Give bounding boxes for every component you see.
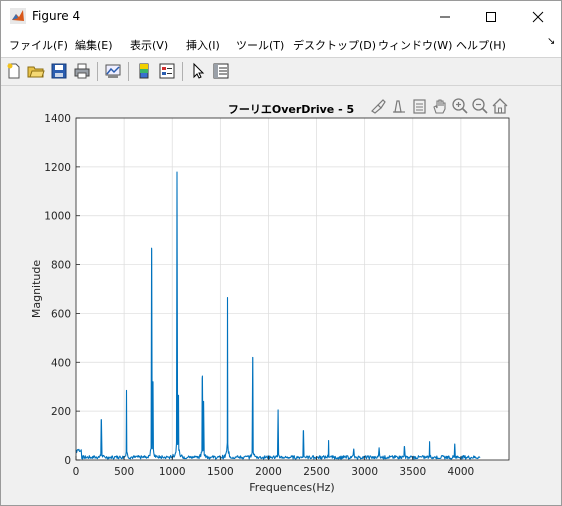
x-tick-label: 0 xyxy=(73,466,80,478)
x-tick-label: 1500 xyxy=(207,466,234,478)
axes-background xyxy=(76,118,509,460)
x-tick-label: 2500 xyxy=(303,466,330,478)
y-tick-label: 200 xyxy=(51,406,71,418)
y-tick-label: 1200 xyxy=(44,162,71,174)
y-tick-label: 0 xyxy=(64,455,71,467)
y-tick-label: 800 xyxy=(51,260,71,272)
pan-icon[interactable] xyxy=(431,97,449,115)
zoom-out-icon[interactable] xyxy=(471,97,489,115)
figure-canvas: 0 500 1000 1500 2000 2500 3000 3500 4000 0 200 400 6… xyxy=(30,103,510,494)
y-tick-label: 1400 xyxy=(44,113,71,125)
y-tick-label: 400 xyxy=(51,357,71,369)
figure-window: Figure 4 ファイル(F) 編集(E) 表示(V) 挿入(I) ツール(T… xyxy=(0,0,562,506)
x-tick-label: 2000 xyxy=(255,466,282,478)
x-tick-label: 500 xyxy=(114,466,134,478)
x-tick-label: 3000 xyxy=(351,466,378,478)
export-icon[interactable] xyxy=(410,97,428,115)
zoom-in-icon[interactable] xyxy=(451,97,469,115)
home-icon[interactable] xyxy=(491,97,509,115)
y-tick-label: 600 xyxy=(51,308,71,320)
data-tips-icon[interactable] xyxy=(390,97,408,115)
x-tick-label: 1000 xyxy=(159,466,186,478)
y-tick-label: 1000 xyxy=(44,211,71,223)
x-axis-label: Frequences(Hz) xyxy=(249,481,334,494)
brush-icon[interactable] xyxy=(369,97,387,115)
x-tick-label: 3500 xyxy=(399,466,426,478)
x-tick-label: 4000 xyxy=(448,466,475,478)
y-axis-label: Magnitude xyxy=(30,260,43,319)
chart-title: フーリエOverDrive - 5 xyxy=(228,103,354,116)
